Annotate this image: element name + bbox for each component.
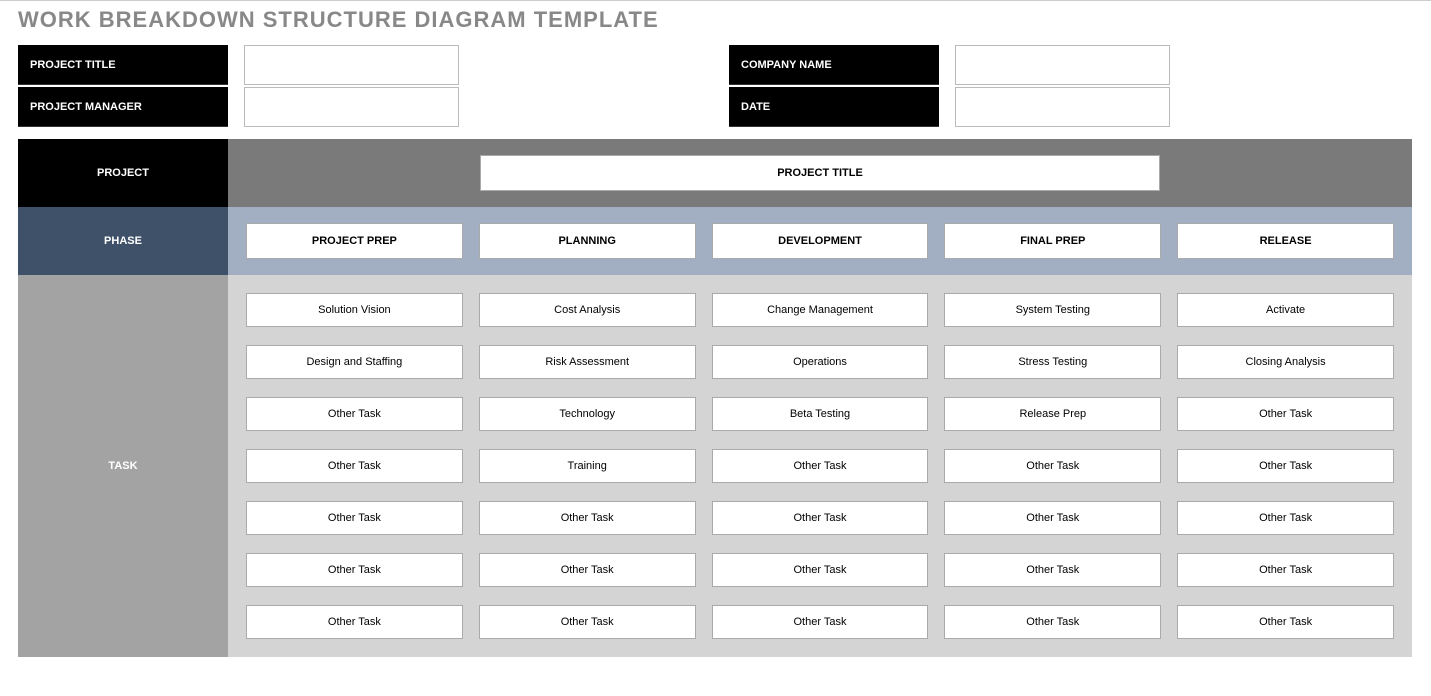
phase-box[interactable]: PLANNING <box>479 223 696 259</box>
task-row: TASK Solution Vision Design and Staffing… <box>18 275 1412 657</box>
project-manager-input[interactable] <box>244 87 459 127</box>
task-box[interactable]: Beta Testing <box>712 397 929 431</box>
task-box[interactable]: Other Task <box>1177 449 1394 483</box>
task-box[interactable]: System Testing <box>944 293 1161 327</box>
phase-box[interactable]: FINAL PREP <box>944 223 1161 259</box>
phase-row: PHASE PROJECT PREP PLANNING DEVELOPMENT … <box>18 207 1412 275</box>
task-box[interactable]: Stress Testing <box>944 345 1161 379</box>
task-box[interactable]: Other Task <box>1177 501 1394 535</box>
task-box[interactable]: Release Prep <box>944 397 1161 431</box>
task-box[interactable]: Solution Vision <box>246 293 463 327</box>
task-box[interactable]: Other Task <box>944 605 1161 639</box>
task-box[interactable]: Other Task <box>712 605 929 639</box>
task-col-4: Activate Closing Analysis Other Task Oth… <box>1177 293 1394 639</box>
task-box[interactable]: Other Task <box>246 553 463 587</box>
project-title-label: PROJECT TITLE <box>18 45 228 85</box>
date-label: DATE <box>729 87 939 127</box>
task-box[interactable]: Other Task <box>944 449 1161 483</box>
page-title: WORK BREAKDOWN STRUCTURE DIAGRAM TEMPLAT… <box>18 7 1431 33</box>
wbs-container: PROJECT PROJECT TITLE PHASE PROJECT PREP… <box>18 139 1412 657</box>
task-box[interactable]: Training <box>479 449 696 483</box>
task-box[interactable]: Other Task <box>1177 605 1394 639</box>
task-col-1: Cost Analysis Risk Assessment Technology… <box>479 293 696 639</box>
task-box[interactable]: Activate <box>1177 293 1394 327</box>
project-row-label: PROJECT <box>18 139 228 207</box>
phase-box[interactable]: DEVELOPMENT <box>712 223 929 259</box>
task-box[interactable]: Other Task <box>246 397 463 431</box>
meta-row-1: PROJECT TITLE COMPANY NAME <box>18 45 1431 85</box>
task-box[interactable]: Change Management <box>712 293 929 327</box>
task-box[interactable]: Other Task <box>712 501 929 535</box>
task-box[interactable]: Other Task <box>944 553 1161 587</box>
task-col-2: Change Management Operations Beta Testin… <box>712 293 929 639</box>
task-box[interactable]: Other Task <box>712 553 929 587</box>
task-box[interactable]: Other Task <box>944 501 1161 535</box>
project-row: PROJECT PROJECT TITLE <box>18 139 1412 207</box>
task-box[interactable]: Cost Analysis <box>479 293 696 327</box>
project-title-input[interactable] <box>244 45 459 85</box>
phase-row-label: PHASE <box>18 207 228 275</box>
task-box[interactable]: Other Task <box>712 449 929 483</box>
task-box[interactable]: Other Task <box>246 501 463 535</box>
task-col-3: System Testing Stress Testing Release Pr… <box>944 293 1161 639</box>
task-box[interactable]: Other Task <box>479 553 696 587</box>
task-box[interactable]: Other Task <box>246 605 463 639</box>
task-box[interactable]: Other Task <box>246 449 463 483</box>
task-box[interactable]: Design and Staffing <box>246 345 463 379</box>
phase-box[interactable]: RELEASE <box>1177 223 1394 259</box>
company-name-input[interactable] <box>955 45 1170 85</box>
task-box[interactable]: Closing Analysis <box>1177 345 1394 379</box>
project-manager-label: PROJECT MANAGER <box>18 87 228 127</box>
meta-row-2: PROJECT MANAGER DATE <box>18 87 1431 127</box>
task-box[interactable]: Other Task <box>1177 397 1394 431</box>
date-input[interactable] <box>955 87 1170 127</box>
project-title-box[interactable]: PROJECT TITLE <box>480 155 1160 191</box>
task-box[interactable]: Risk Assessment <box>479 345 696 379</box>
task-box[interactable]: Other Task <box>479 605 696 639</box>
task-col-0: Solution Vision Design and Staffing Othe… <box>246 293 463 639</box>
task-box[interactable]: Other Task <box>479 501 696 535</box>
phase-box[interactable]: PROJECT PREP <box>246 223 463 259</box>
task-box[interactable]: Operations <box>712 345 929 379</box>
task-box[interactable]: Other Task <box>1177 553 1394 587</box>
task-row-label: TASK <box>18 275 228 657</box>
task-box[interactable]: Technology <box>479 397 696 431</box>
company-name-label: COMPANY NAME <box>729 45 939 85</box>
